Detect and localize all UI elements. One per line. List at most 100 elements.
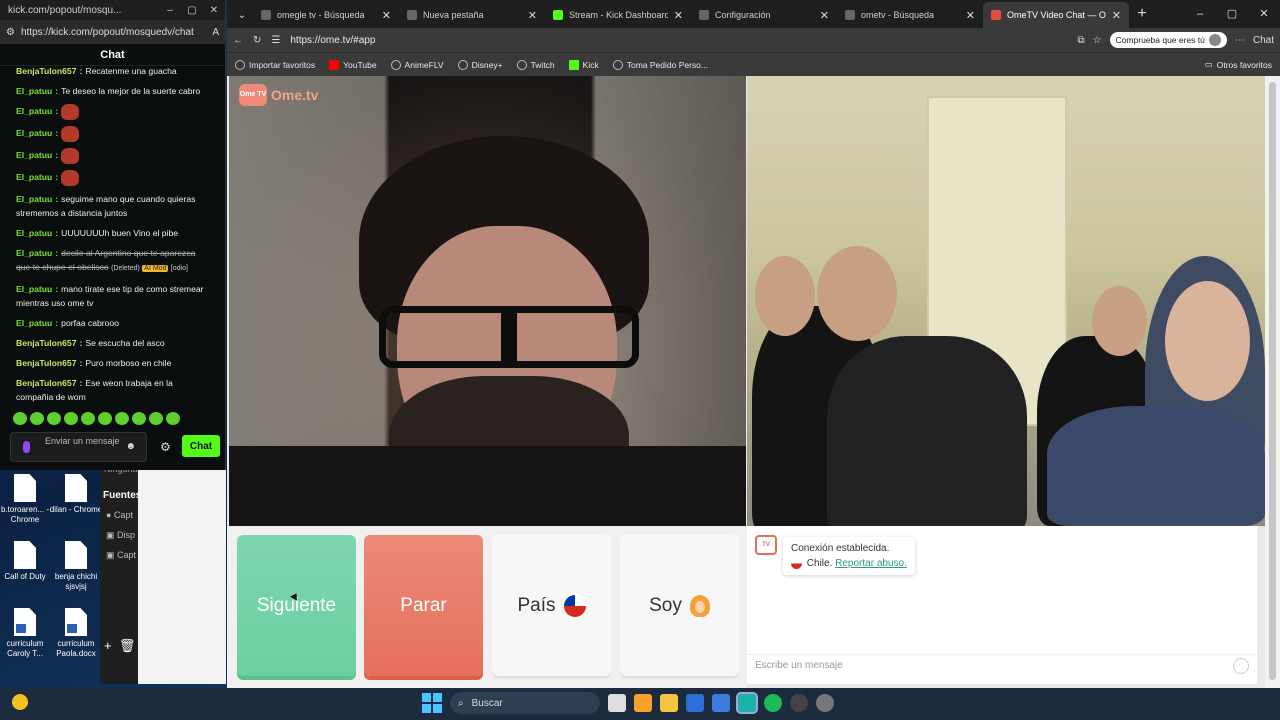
extensions-icon[interactable]: ⧉ [1077, 35, 1084, 46]
edge-browser-icon[interactable] [736, 692, 758, 714]
emote-icon[interactable] [30, 412, 44, 425]
maximize-icon[interactable]: ▢ [1216, 0, 1248, 28]
store-icon[interactable] [686, 694, 704, 712]
gender-button[interactable]: Soy [620, 535, 739, 676]
obs-icon[interactable] [790, 694, 808, 712]
chat-username[interactable]: BenjaTulon657 [16, 66, 77, 76]
emote-icon[interactable] [149, 412, 163, 425]
reload-icon[interactable]: ↻ [253, 35, 261, 46]
bookmark-item[interactable]: Disney+ [457, 59, 503, 70]
chat-message-input[interactable]: Enviar un mensaje ☻ [10, 432, 147, 462]
browser-tab[interactable]: Stream - Kick Dashboard ✕ [545, 2, 691, 28]
new-tab-button[interactable]: + [1129, 2, 1155, 28]
browser-tab[interactable]: Configuración ✕ [691, 2, 837, 28]
site-info-icon[interactable]: ⚙ [6, 27, 15, 38]
favorite-star-icon[interactable]: ☆ [1093, 35, 1102, 46]
file-explorer-icon[interactable] [660, 694, 678, 712]
bookmark-item[interactable]: Kick [568, 59, 599, 70]
start-menu-icon[interactable] [422, 693, 442, 713]
chat-window-url[interactable]: https://kick.com/popout/mosquedv/chat [21, 27, 194, 38]
address-bar[interactable]: https://ome.tv/#app [290, 35, 375, 46]
emoji-picker-icon[interactable]: ☻ [125, 441, 136, 452]
stop-button[interactable]: Parar [364, 535, 483, 676]
close-icon[interactable]: ✕ [1248, 0, 1280, 28]
emote-icon[interactable] [47, 412, 61, 425]
weather-widget-icon[interactable] [12, 694, 28, 710]
back-arrow-icon[interactable]: ← [233, 35, 243, 46]
close-tab-icon[interactable]: ✕ [966, 9, 975, 22]
chat-username[interactable]: El_patuu [16, 228, 52, 238]
chat-username[interactable]: El_patuu [16, 318, 52, 328]
add-source-button[interactable]: + 🗑 [104, 638, 135, 654]
close-tab-icon[interactable]: ✕ [674, 9, 683, 22]
chat-settings-gear-icon[interactable]: ⚙ [160, 440, 171, 454]
read-aloud-icon[interactable]: A [212, 27, 219, 38]
close-tab-icon[interactable]: ✕ [1112, 9, 1121, 22]
chat-username[interactable]: El_patuu [16, 128, 52, 138]
desktop-icon-curriculum-paola[interactable]: curriculum Paola.docx [45, 608, 107, 659]
chat-username[interactable]: El_patuu [16, 248, 52, 258]
chat-username[interactable]: BenjaTulon657 [16, 378, 77, 388]
settings-gear-icon[interactable] [816, 694, 834, 712]
avatar [1208, 34, 1221, 46]
report-abuse-link[interactable]: Reportar abuso. [835, 558, 907, 569]
tab-actions-chevron-icon[interactable]: ⌄ [231, 2, 253, 28]
maximize-icon[interactable]: ▢ [181, 5, 203, 16]
emote-icon[interactable] [166, 412, 180, 425]
copilot-chat-button[interactable]: Chat [1253, 35, 1274, 46]
taskbar-search-box[interactable]: ⌕ Buscar [450, 692, 600, 714]
bookmark-item[interactable]: Importar favoritos [235, 59, 315, 70]
chat-username[interactable]: El_patuu [16, 106, 52, 116]
close-tab-icon[interactable]: ✕ [820, 9, 829, 22]
source-item[interactable]: ▣ Disp [106, 530, 135, 541]
browser-tab[interactable]: ometv - Búsqueda ✕ [837, 2, 983, 28]
chat-message-text: porfaa cabrooo [61, 318, 119, 328]
spotify-icon[interactable] [764, 694, 782, 712]
emote-icon[interactable] [132, 412, 146, 425]
minimize-icon[interactable]: – [1184, 0, 1216, 28]
chat-username[interactable]: El_patuu [16, 150, 52, 160]
emote-icon[interactable] [81, 412, 95, 425]
source-item[interactable]: ● Capt [106, 510, 133, 520]
chat-username[interactable]: El_patuu [16, 284, 52, 294]
task-view-icon[interactable] [608, 694, 626, 712]
chat-username[interactable]: El_patuu [16, 194, 52, 204]
emoji-icon[interactable] [1233, 658, 1249, 674]
chat-message: BenjaTulon657: Ese weon trabaja en la com… [16, 376, 212, 404]
bookmark-item[interactable]: YouTube [329, 59, 377, 70]
emote-icon[interactable] [115, 412, 129, 425]
bookmark-item[interactable]: Toma Pedido Perso... [612, 59, 708, 70]
emote-icon[interactable] [13, 412, 27, 425]
other-favorites-folder[interactable]: ▭ Otros favoritos [1205, 59, 1272, 70]
chat-username[interactable]: El_patuu [16, 172, 52, 182]
chat-send-button[interactable]: Chat [182, 435, 220, 457]
browser-tab[interactable]: OmeTV Video Chat — On ✕ [983, 2, 1129, 28]
source-item[interactable]: ▣ Capt [106, 550, 136, 561]
desktop-icon-benja[interactable]: benja chichi sjsvjsj [45, 541, 107, 592]
page-scrollbar[interactable] [1265, 76, 1280, 688]
chat-message: El_patuu: UUUUUUUh buen Vino el pibe [16, 226, 212, 240]
next-button[interactable]: Siguiente [237, 535, 356, 676]
country-button[interactable]: País [492, 535, 611, 676]
ometv-message-input[interactable]: Escribe un mensaje [747, 654, 1257, 676]
desktop-icon-dilan[interactable]: dilan - Chrome [45, 474, 107, 515]
browser-tab[interactable]: Nueva pestaña ✕ [399, 2, 545, 28]
close-tab-icon[interactable]: ✕ [382, 9, 391, 22]
copilot-icon[interactable] [634, 694, 652, 712]
emote-icon[interactable] [64, 412, 78, 425]
chat-username[interactable]: BenjaTulon657 [16, 338, 77, 348]
chat-message-list[interactable]: BenjaTulon657: Recatenme una guacha El_pat… [0, 64, 220, 404]
bookmark-item[interactable]: Twitch [516, 59, 555, 70]
more-menu-icon[interactable]: ⋯ [1235, 35, 1245, 46]
chat-username[interactable]: El_patuu [16, 86, 52, 96]
minimize-icon[interactable]: – [159, 5, 181, 16]
bookmark-item[interactable]: AnimeFLV [390, 59, 444, 70]
browser-tab[interactable]: omegle tv - Búsqueda ✕ [253, 2, 399, 28]
site-info-icon[interactable]: ☰ [271, 35, 280, 46]
close-tab-icon[interactable]: ✕ [528, 9, 537, 22]
close-icon[interactable]: ✕ [203, 5, 225, 16]
profile-sign-in-pill[interactable]: Comprueba que eres tú [1109, 32, 1227, 48]
emote-icon[interactable] [98, 412, 112, 425]
mail-icon[interactable] [712, 694, 730, 712]
chat-username[interactable]: BenjaTulon657 [16, 358, 77, 368]
